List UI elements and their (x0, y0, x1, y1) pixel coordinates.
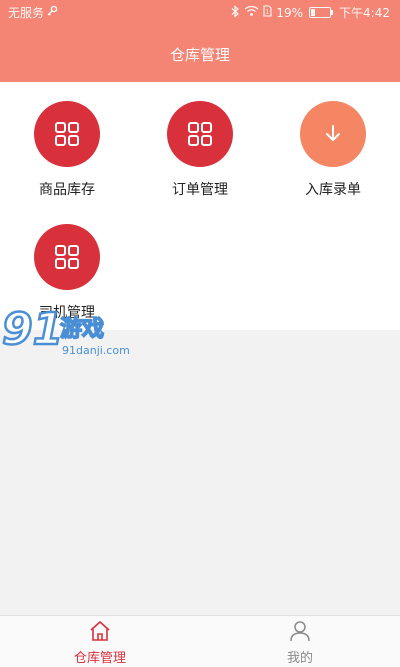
tab-label: 仓库管理 (73, 651, 126, 666)
bluetooth-icon (231, 4, 240, 21)
tab-warehouse[interactable]: 仓库管理 (40, 620, 160, 666)
tile-order-management[interactable]: 订单管理 (140, 101, 260, 199)
clock-time: 下午4:42 (339, 6, 390, 20)
page-title: 仓库管理 (169, 46, 230, 64)
svg-text:91danji.com: 91danji.com (62, 344, 130, 357)
battery-icon (309, 7, 334, 18)
tab-mine[interactable]: 我的 (240, 620, 360, 666)
wifi-icon (244, 5, 259, 20)
svg-text:91: 91 (2, 304, 63, 355)
svg-text:1: 1 (266, 9, 270, 16)
user-icon (240, 620, 360, 646)
key-icon (46, 5, 58, 20)
grid-icon (167, 101, 233, 167)
status-bar: 无服务 1 19% 下午4:42 (0, 0, 400, 24)
tile-label: 商品库存 (39, 182, 95, 198)
tile-product-inventory[interactable]: 商品库存 (7, 101, 127, 199)
grid-icon (34, 224, 100, 290)
arrow-down-icon (300, 101, 366, 167)
tab-label: 我的 (286, 651, 313, 666)
grid-icon (34, 101, 100, 167)
carrier-text: 无服务 (8, 6, 45, 20)
tile-label: 入库录单 (305, 182, 361, 198)
battery-percent: 19% (276, 5, 304, 20)
watermark-logo: 91 游戏 91danji.com (0, 300, 140, 362)
tile-stock-entry[interactable]: 入库录单 (273, 101, 393, 199)
warehouse-home-icon (40, 620, 160, 646)
sim-icon: 1 (263, 5, 272, 20)
svg-text:游戏: 游戏 (60, 316, 104, 342)
tile-label: 订单管理 (172, 182, 228, 198)
bottom-tab-bar: 仓库管理 我的 (0, 615, 400, 667)
app-header: 无服务 1 19% 下午4:42 仓库管理 (0, 0, 400, 82)
menu-grid: 商品库存 订单管理 入库录单 司机管理 (0, 82, 400, 330)
